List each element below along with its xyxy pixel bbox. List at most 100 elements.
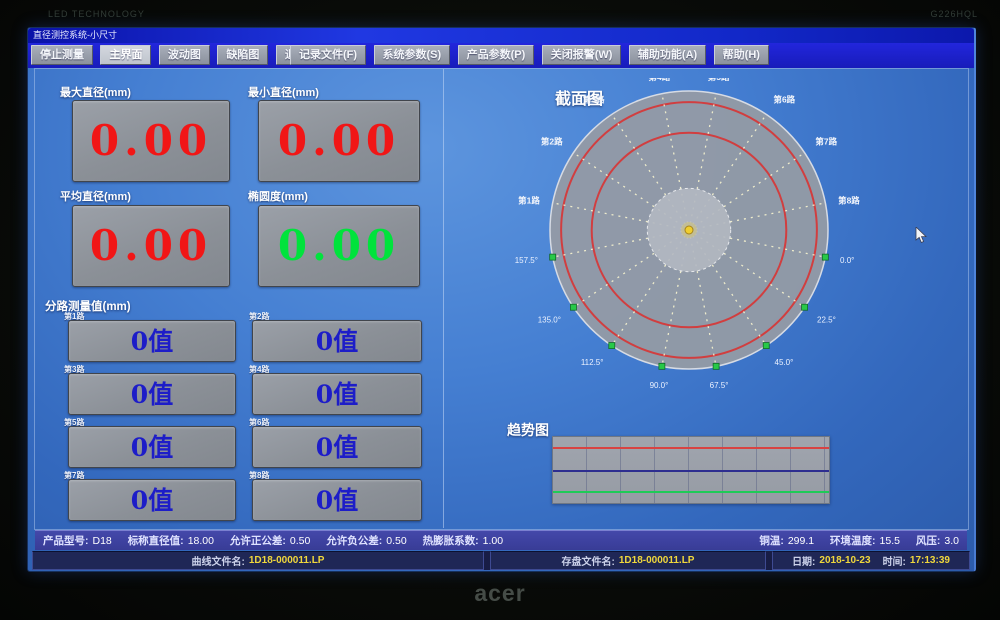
- channel-1-display: 0值: [68, 320, 236, 362]
- channel-spoke-label: 第1路: [518, 195, 540, 205]
- product-model-label: 产品型号:: [43, 535, 89, 547]
- neg-tolerance-value: 0.50: [386, 535, 406, 547]
- angle-marker: [550, 254, 556, 260]
- angle-label: 90.0°: [650, 381, 669, 390]
- toolbar-buttons: 停止测量 主界面 波动图 缺陷图 退出: [31, 45, 319, 65]
- min-diameter-label: 最小直径(mm): [248, 84, 319, 100]
- menu-aux-functions[interactable]: 辅助功能(A): [629, 45, 706, 65]
- defect-chart-button[interactable]: 缺陷图: [217, 45, 268, 65]
- menu-help[interactable]: 帮助(H): [714, 45, 769, 65]
- product-model-value: D18: [93, 535, 112, 547]
- angle-label: 67.5°: [710, 381, 729, 390]
- max-diameter-label: 最大直径(mm): [60, 84, 131, 100]
- center-dot: [685, 226, 693, 234]
- channel-1-value: 0值: [131, 329, 173, 354]
- channel-spoke-label: 第6路: [773, 95, 795, 105]
- channel-6-value: 0值: [316, 435, 358, 460]
- file-bar: 曲线文件名: 1D18-000011.LP 存盘文件名: 1D18-000011…: [32, 551, 970, 570]
- copper-temp-value: 299.1: [788, 535, 814, 547]
- angle-label: 45.0°: [775, 358, 794, 367]
- mouse-cursor-icon: [915, 227, 929, 245]
- angle-marker: [713, 363, 719, 369]
- save-file-box: 存盘文件名: 1D18-000011.LP: [490, 551, 766, 570]
- menu-close-alarm[interactable]: 关闭报警(W): [542, 45, 622, 65]
- date-value: 2018-10-23: [819, 555, 870, 566]
- ovality-label: 椭圆度(mm): [248, 188, 308, 204]
- channel-3-display: 0值: [68, 373, 236, 415]
- curve-file-label: 曲线文件名:: [192, 553, 245, 568]
- channel-2-display: 0值: [252, 320, 422, 362]
- nominal-diameter-label: 标称直径值:: [128, 535, 184, 547]
- status-right-group: 铜温:299.1 环境温度:15.5 风压:3.0: [759, 533, 959, 548]
- angle-marker: [659, 363, 665, 369]
- wind-pressure-label: 风压:: [916, 535, 941, 547]
- channel-2-value: 0值: [316, 329, 358, 354]
- curve-file-value: 1D18-000011.LP: [249, 555, 325, 566]
- bezel-model-label: G226HQL: [930, 9, 978, 19]
- angle-label: 135.0°: [538, 316, 561, 325]
- pos-tolerance-value: 0.50: [290, 535, 310, 547]
- channel-4-display: 0值: [252, 373, 422, 415]
- cross-section-chart: 第1路第2路第3路第4路第5路第6路第7路第8路0.0°22.5°45.0°67…: [508, 78, 888, 418]
- menu-system-params[interactable]: 系统参数(S): [374, 45, 451, 65]
- avg-diameter-display: 0.00: [72, 205, 230, 287]
- ambient-temp-value: 15.5: [880, 535, 900, 547]
- min-diameter-value: 0.00: [278, 120, 400, 162]
- channel-7-display: 0值: [68, 479, 236, 521]
- menu-product-params[interactable]: 产品参数(P): [458, 45, 535, 65]
- measured-line: [553, 491, 829, 493]
- fluctuation-chart-button[interactable]: 波动图: [159, 45, 210, 65]
- angle-label: 22.5°: [817, 316, 836, 325]
- save-file-label: 存盘文件名:: [562, 553, 615, 568]
- panel-divider: [443, 69, 444, 528]
- angle-marker: [822, 254, 828, 260]
- nominal-line: [553, 470, 829, 472]
- ovality-value: 0.00: [278, 225, 400, 267]
- expansion-coeff-label: 热膨胀系数:: [423, 535, 479, 547]
- channel-spoke-label: 第8路: [838, 195, 860, 205]
- pos-tolerance-label: 允许正公差:: [230, 535, 286, 547]
- save-file-value: 1D18-000011.LP: [619, 555, 695, 566]
- curve-file-box: 曲线文件名: 1D18-000011.LP: [32, 551, 484, 570]
- angle-label: 157.5°: [515, 256, 538, 265]
- wind-pressure-value: 3.0: [944, 535, 959, 547]
- angle-marker: [570, 304, 576, 310]
- min-diameter-display: 0.00: [258, 100, 420, 182]
- max-diameter-display: 0.00: [72, 100, 230, 182]
- channel-7-value: 0值: [131, 488, 173, 513]
- ovality-display: 0.00: [258, 205, 420, 287]
- channel-spoke-label: 第7路: [815, 137, 837, 147]
- status-bar: 产品型号:D18 标称直径值:18.00 允许正公差:0.50 允许负公差:0.…: [35, 530, 967, 550]
- angle-label: 112.5°: [581, 358, 604, 367]
- channel-spoke-label: 第4路: [648, 78, 670, 82]
- max-diameter-value: 0.00: [90, 120, 212, 162]
- main-view-button[interactable]: 主界面: [100, 45, 151, 65]
- time-value: 17:13:39: [910, 555, 950, 566]
- window-title: 直径测控系统-小尺寸: [33, 30, 117, 40]
- date-label: 日期:: [792, 553, 815, 568]
- angle-label: 0.0°: [840, 256, 854, 265]
- channel-8-value: 0值: [316, 488, 358, 513]
- acer-logo: acer: [455, 580, 545, 607]
- angle-marker: [609, 343, 615, 349]
- bezel-led-label: LED TECHNOLOGY: [48, 9, 145, 19]
- menu-record-file[interactable]: 记录文件(F): [290, 45, 366, 65]
- monitor-screen: 直径测控系统-小尺寸 停止测量 主界面 波动图 缺陷图 退出 记录文件(F) 系…: [27, 27, 976, 572]
- upper-tolerance-line: [553, 447, 829, 449]
- channel-8-display: 0值: [252, 479, 422, 521]
- nominal-diameter-value: 18.00: [188, 535, 214, 547]
- expansion-coeff-value: 1.00: [483, 535, 503, 547]
- trend-chart: [552, 436, 830, 504]
- copper-temp-label: 铜温:: [759, 535, 784, 547]
- channel-5-display: 0值: [68, 426, 236, 468]
- channel-4-value: 0值: [316, 382, 358, 407]
- trend-chart-title: 趋势图: [507, 420, 549, 440]
- channel-3-value: 0值: [131, 382, 173, 407]
- channel-spoke-label: 第2路: [541, 137, 563, 147]
- avg-diameter-label: 平均直径(mm): [60, 188, 131, 204]
- stop-measure-button[interactable]: 停止测量: [31, 45, 93, 65]
- status-left-group: 产品型号:D18 标称直径值:18.00 允许正公差:0.50 允许负公差:0.…: [43, 533, 503, 548]
- channel-5-value: 0值: [131, 435, 173, 460]
- angle-marker: [802, 304, 808, 310]
- time-label: 时间:: [883, 553, 906, 568]
